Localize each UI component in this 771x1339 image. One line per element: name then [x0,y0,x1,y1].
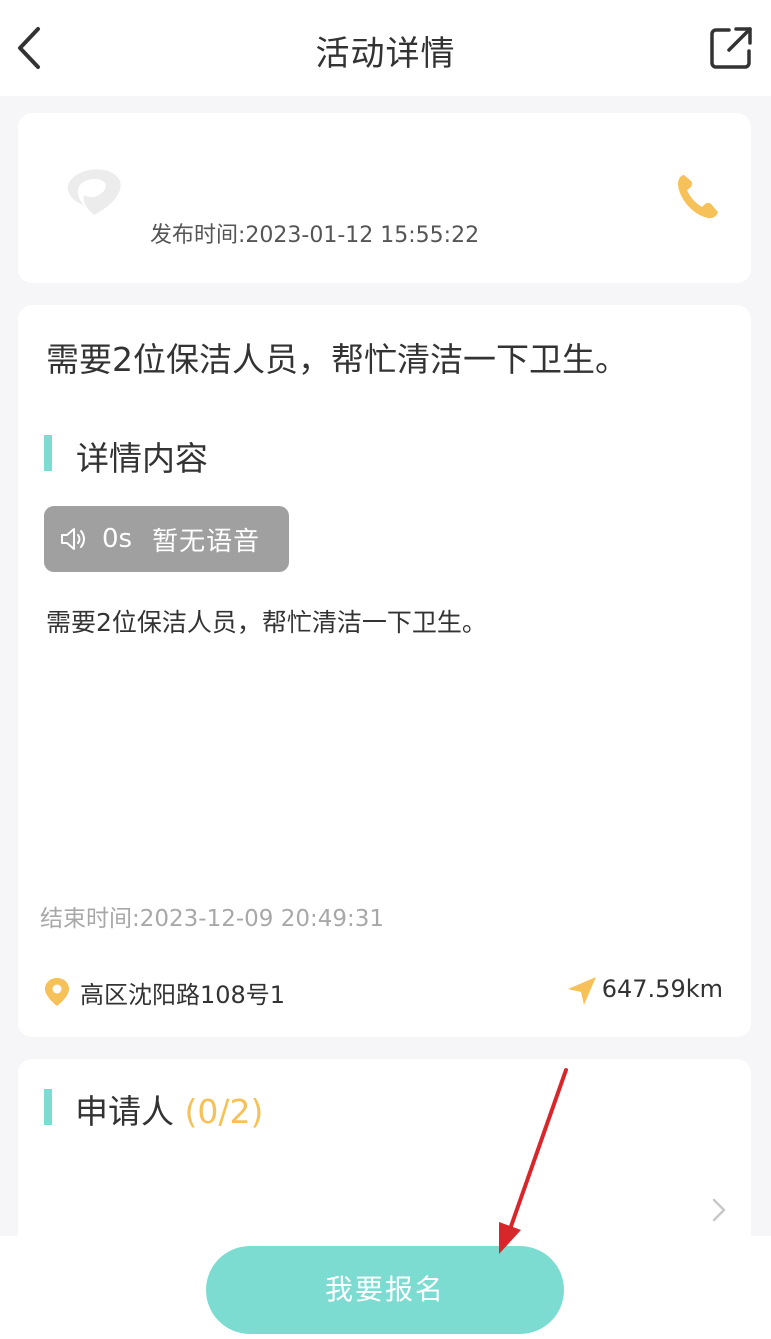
chevron-right-icon[interactable] [709,1195,729,1225]
section-marker [44,1089,52,1125]
publisher-logo [67,169,121,215]
signup-button[interactable]: 我要报名 [206,1246,564,1334]
applicants-label: 申请人 [75,1092,174,1131]
activity-headline: 需要2位保洁人员，帮忙清洁一下卫生。 [46,340,628,379]
share-external-icon [710,27,752,69]
page-title: 活动详情 [315,34,456,74]
voice-player[interactable]: 0s 暂无语音 [44,506,289,572]
location-pin-icon [45,978,69,1006]
publisher-card: 发布时间:2023-01-12 15:55:22 [18,113,751,283]
applicants-count: (0/2) [184,1092,264,1131]
activity-description: 需要2位保洁人员，帮忙清洁一下卫生。 [46,608,487,637]
voice-message: 暂无语音 [152,526,261,557]
end-time: 结束时间:2023-12-09 20:49:31 [40,906,385,932]
applicants-card[interactable]: 申请人 (0/2) [18,1059,751,1259]
phone-icon [678,175,718,219]
call-button[interactable] [675,171,721,221]
share-button[interactable] [707,24,755,72]
bottom-bar: 我要报名 [0,1236,771,1339]
publish-time: 发布时间:2023-01-12 15:55:22 [150,223,480,248]
section-marker [44,435,52,471]
voice-duration: 0s [102,524,133,554]
navigation-arrow-icon[interactable] [566,975,598,1007]
distance-text: 647.59km [601,975,723,1003]
detail-card: 需要2位保洁人员，帮忙清洁一下卫生。 详情内容 0s 暂无语音 需要2位保洁人员… [18,305,751,1037]
address-text: 高区沈阳路108号1 [80,981,286,1009]
section-title-details: 详情内容 [76,439,208,478]
top-bar: 活动详情 [0,0,771,96]
speaker-icon [61,528,85,550]
applicants-title: 申请人 (0/2) [75,1085,263,1133]
